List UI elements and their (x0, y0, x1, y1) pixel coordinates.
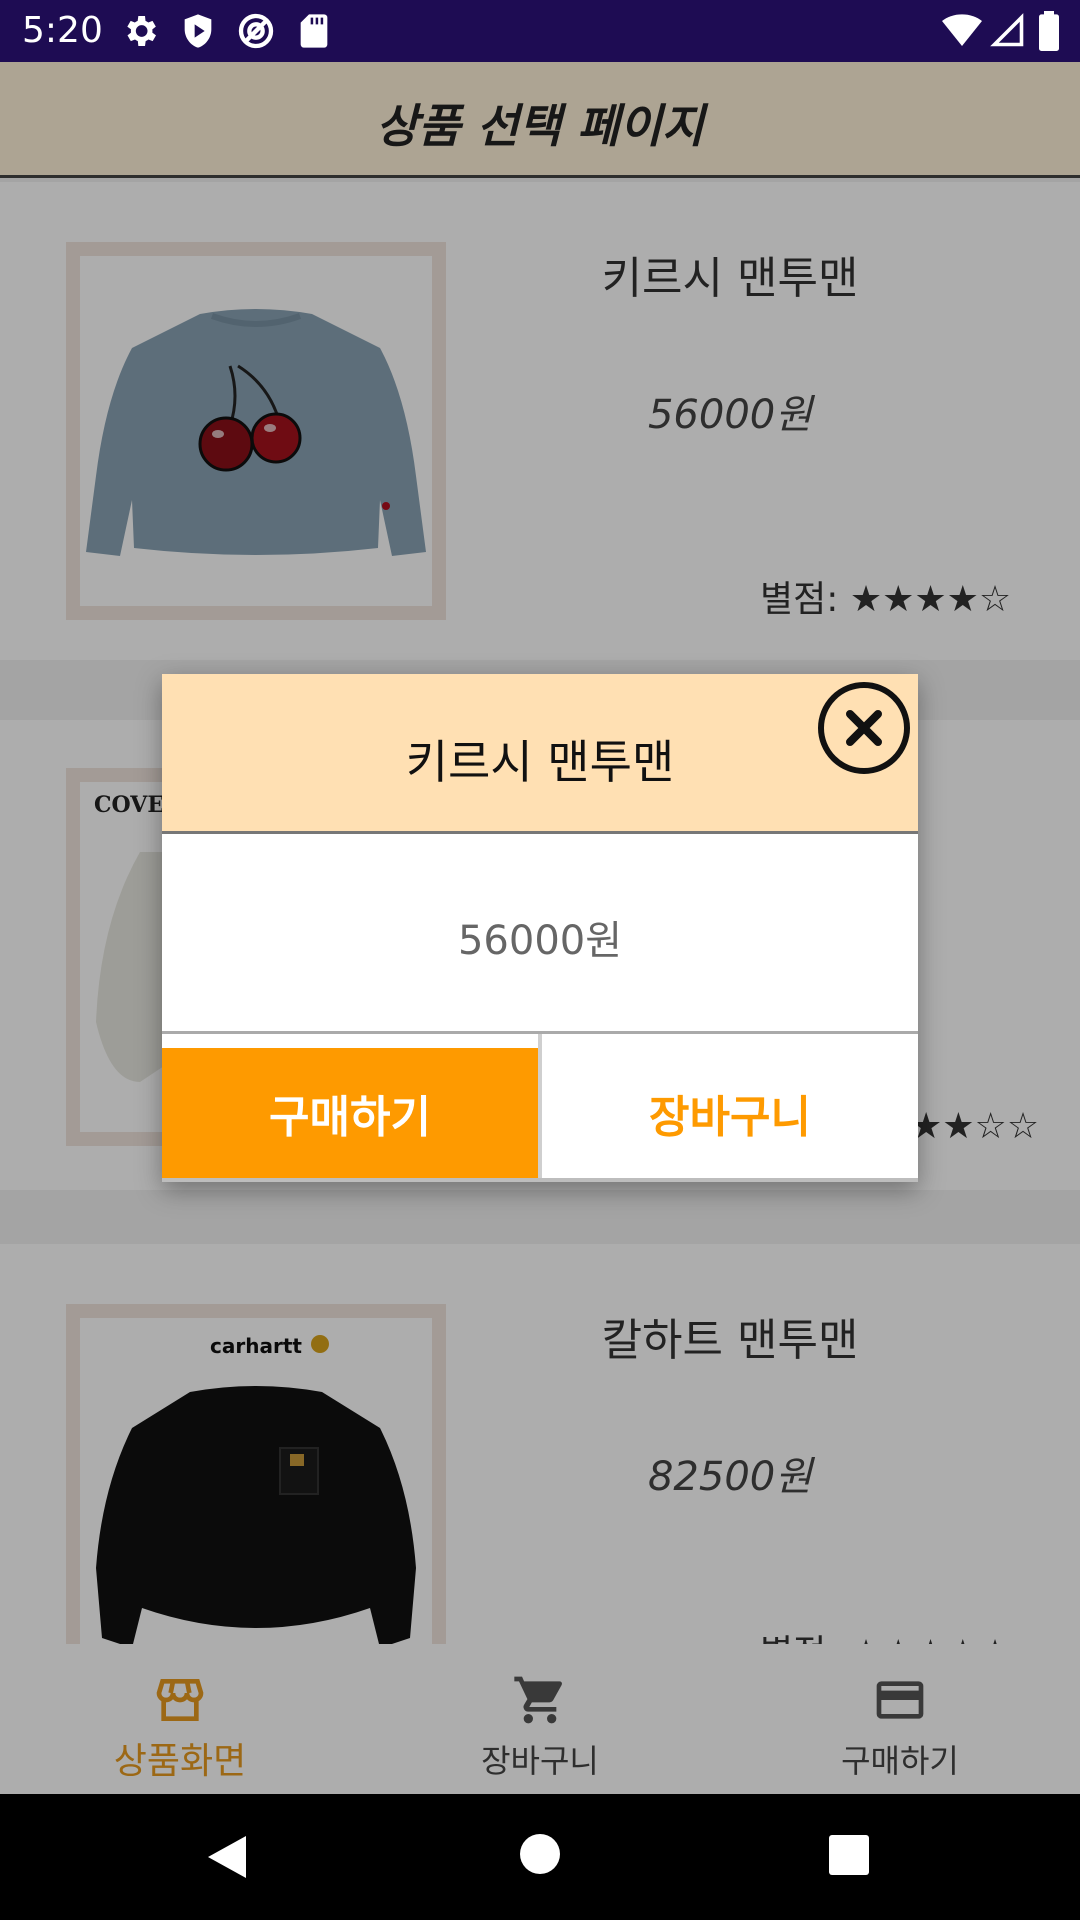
recents-icon[interactable] (828, 1834, 870, 1876)
add-to-cart-button[interactable]: 장바구니 (542, 1048, 918, 1178)
system-navigation-bar (0, 1794, 1080, 1920)
back-icon[interactable] (204, 1832, 254, 1882)
close-circle-icon (846, 710, 882, 746)
home-icon[interactable] (518, 1832, 562, 1876)
close-button[interactable] (818, 682, 910, 774)
location-icon (238, 13, 274, 49)
play-protect-icon (184, 14, 212, 48)
battery-icon (1039, 11, 1059, 51)
dialog-bottom-border (162, 1178, 918, 1182)
sd-card-icon (300, 14, 328, 48)
buy-button[interactable]: 구매하기 (162, 1048, 538, 1178)
product-dialog: 키르시 맨투맨 56000원 구매하기 장바구니 (162, 674, 918, 1182)
wifi-icon (942, 14, 982, 47)
dialog-price: 56000원 (457, 918, 623, 964)
settings-icon (127, 16, 156, 46)
status-bar: 5:20 (0, 0, 1080, 62)
dialog-header: 키르시 맨투맨 (162, 674, 918, 834)
status-time: 5:20 (22, 10, 103, 51)
dialog-body: 56000원 (162, 834, 918, 1034)
signal-icon (990, 13, 1024, 47)
dialog-title: 키르시 맨투맨 (405, 735, 675, 789)
